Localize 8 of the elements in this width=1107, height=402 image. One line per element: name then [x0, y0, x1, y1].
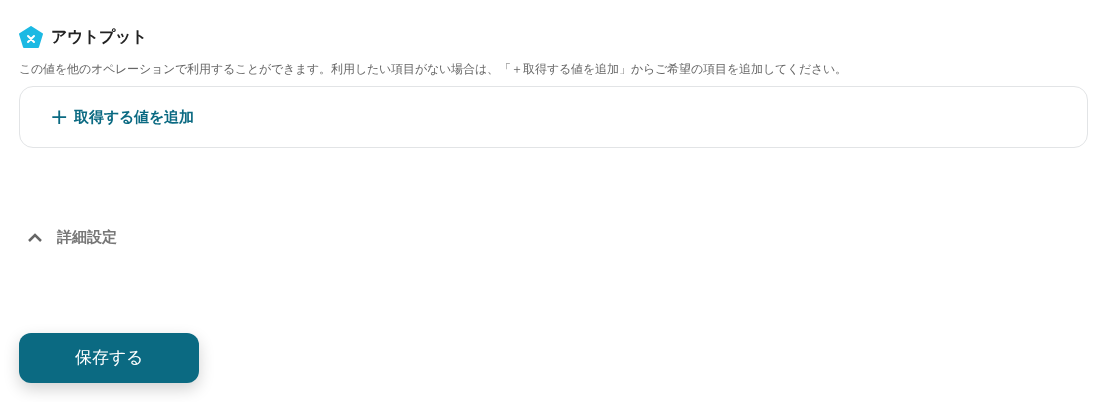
section-title: アウトプット: [51, 26, 147, 48]
plus-icon: +: [50, 106, 69, 129]
logo-icon: [19, 26, 43, 48]
add-value-button[interactable]: + 取得する値を追加: [50, 106, 195, 129]
chevron-up-icon: [27, 232, 43, 243]
advanced-settings-toggle[interactable]: 詳細設定: [27, 226, 117, 249]
section-description: この値を他のオペレーションで利用することができます。利用したい項目がない場合は、「＋取得する値を追加」からご希望の項目を追加してください。: [19, 61, 848, 78]
save-button[interactable]: 保存する: [19, 332, 199, 383]
